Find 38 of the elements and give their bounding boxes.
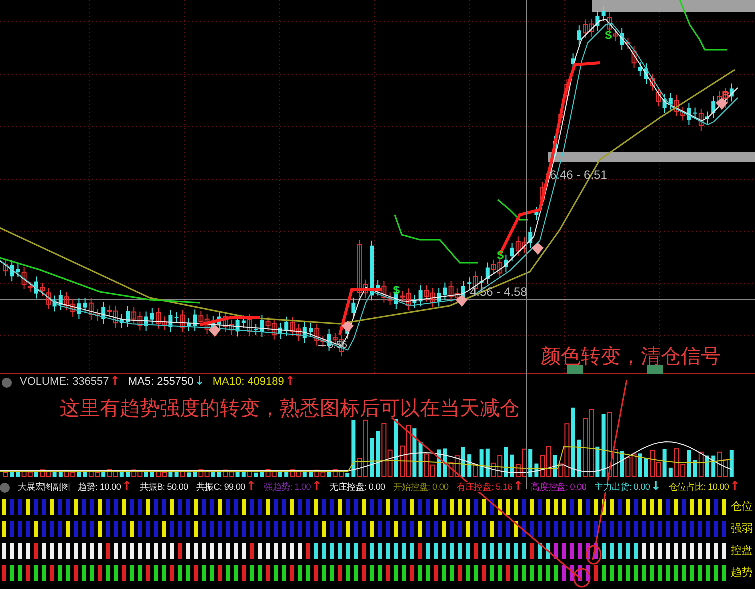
row-label: 仓位 [731,500,754,515]
legend-value: 开始控盘: 0.00 [393,482,449,492]
legend-value: MA10: 409189 [212,376,284,388]
stop-line [679,0,727,51]
legend-value: 无庄控盘: 0.00 [330,482,386,492]
trend-line [200,316,260,326]
diamond-icon [716,98,728,110]
indicator-title: 大展宏图副图 [18,481,70,494]
legend-value: MA5: 255750 [128,376,194,388]
sell-signal: S [605,29,612,44]
badge-icon [567,365,583,374]
legend-value: 强趋势: 1.00 [264,482,311,492]
legend-value: 主力出货: 0.00 [594,482,650,492]
legend-value: 高度控盘: 0.00 [531,482,587,492]
stop-line [498,199,528,221]
highlight-ellipse [586,545,602,565]
legend-value: 有庄控盘: 5.16 [456,482,512,492]
diamond-icon [342,321,354,333]
buy-signal: B [722,89,730,104]
sell-signal: S [497,249,504,264]
diamond-icon [532,243,544,255]
row-label: 趋势 [731,566,754,581]
annotation-text: 这里有趋势强度的转变，熟悉图标后可以在当天减仓 [60,398,520,420]
diamond-icon [456,295,468,307]
legend-value: 共振C: 99.00 [196,482,246,492]
diamond-icon [209,325,221,337]
highlight-ellipse [573,568,591,588]
badge-icon [647,365,663,374]
annotation-text: 颜色转变，清仓信号 [541,346,721,368]
trend-line [338,288,382,336]
row-label: 强弱 [731,522,754,537]
legend-value: 共振B: 50.00 [140,482,188,492]
collapse-icon [2,378,12,388]
collapse-icon [0,482,10,492]
row-label: 控盘 [731,544,754,559]
legend-value: 趋势: 10.00 [78,482,122,492]
legend-value: 仓位占比: 10.00 [668,482,730,492]
legend-value: VOLUME: 336557 [20,376,110,388]
